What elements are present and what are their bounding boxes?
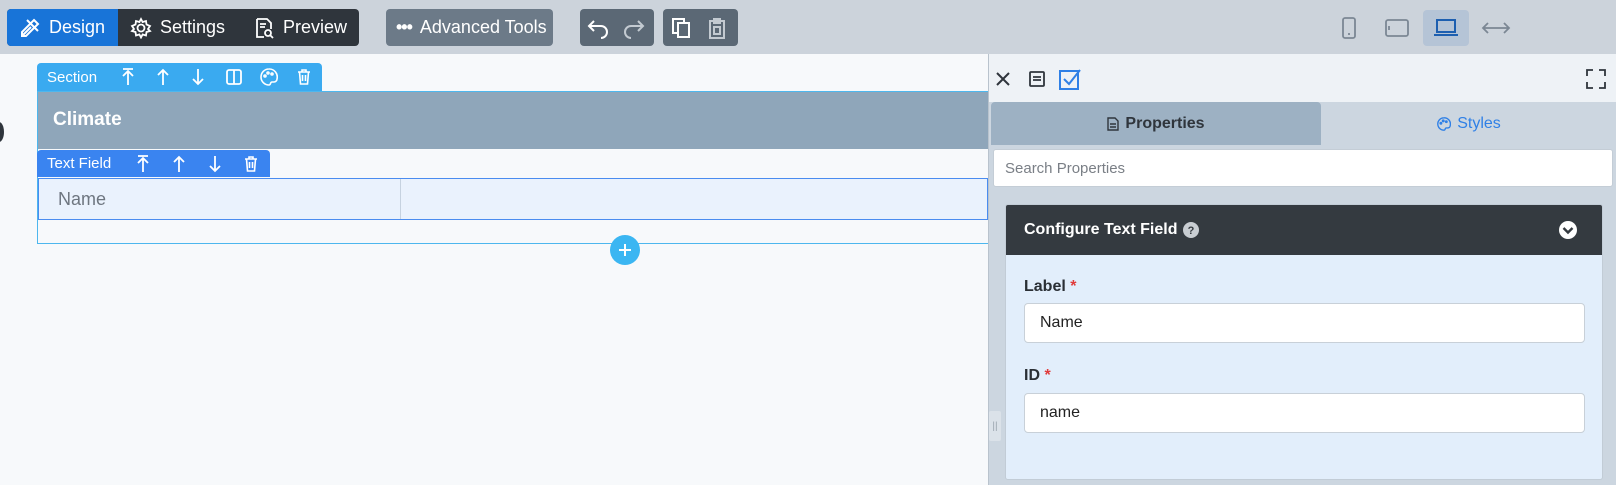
paste-icon — [706, 17, 728, 39]
document-icon — [1107, 116, 1120, 131]
delete-section-button[interactable] — [287, 63, 322, 91]
section-title[interactable]: Climate — [38, 92, 988, 149]
tab-styles[interactable]: Styles — [1321, 102, 1616, 145]
add-element-button[interactable] — [610, 235, 640, 265]
paste-button[interactable] — [699, 9, 735, 46]
arrow-up-icon — [156, 68, 170, 86]
trash-icon — [297, 69, 311, 85]
settings-mode-label: Settings — [160, 17, 226, 37]
tablet-icon — [1384, 18, 1410, 38]
panel-tabs: Properties Styles — [989, 102, 1616, 145]
advanced-tools-button[interactable]: ••• Advanced Tools — [386, 9, 553, 46]
undo-icon — [586, 17, 610, 39]
text-field-toolbar: Text Field — [37, 150, 270, 177]
preview-doc-icon — [253, 17, 275, 39]
palette-icon — [1437, 116, 1452, 131]
section-style-button[interactable] — [251, 63, 286, 91]
close-panel-button[interactable] — [990, 66, 1016, 92]
move-up-level-icon — [121, 68, 135, 86]
full-width-icon — [1481, 19, 1511, 37]
tab-styles-label: Styles — [1457, 114, 1501, 132]
advanced-tools-label: Advanced Tools — [419, 17, 547, 37]
text-field-toolbar-label: Text Field — [47, 155, 112, 172]
canvas-edge-handle[interactable] — [0, 122, 4, 142]
laptop-view-button[interactable] — [1423, 10, 1469, 46]
checkbox-checked-icon — [1058, 67, 1082, 91]
columns-icon — [225, 69, 242, 85]
close-icon — [994, 70, 1012, 88]
properties-panel: Properties Styles Configure Text Field ?… — [988, 54, 1616, 485]
palette-icon — [260, 68, 278, 86]
move-up-button[interactable] — [145, 63, 180, 91]
text-field-row[interactable]: Name — [38, 178, 988, 220]
preview-mode-label: Preview — [283, 17, 348, 37]
top-toolbar: Design Settings Preview ••• Advanced Too… — [0, 0, 1616, 54]
copy-button[interactable] — [663, 9, 699, 46]
clipboard-group — [663, 9, 738, 46]
label-field-label: Label * — [1024, 278, 1077, 295]
configure-header[interactable]: Configure Text Field ? — [1006, 205, 1602, 255]
preview-mode-button[interactable]: Preview — [241, 9, 359, 46]
svg-text:?: ? — [1188, 225, 1195, 237]
phone-view-button[interactable] — [1326, 10, 1372, 46]
panel-layout-button[interactable] — [1024, 66, 1050, 92]
text-field-label: Name — [39, 179, 401, 219]
tab-properties[interactable]: Properties — [991, 102, 1321, 145]
field-move-down-button[interactable] — [197, 150, 233, 178]
required-marker: * — [1070, 278, 1077, 295]
move-to-parent-button[interactable] — [110, 63, 145, 91]
arrow-down-icon — [191, 68, 205, 86]
design-tools-icon — [19, 17, 41, 39]
copy-icon — [670, 17, 692, 39]
field-move-up-button[interactable] — [161, 150, 197, 178]
configure-text-field-card: Configure Text Field ? Label * ID * — [1005, 204, 1603, 480]
move-down-button[interactable] — [181, 63, 216, 91]
redo-icon — [622, 17, 646, 39]
design-mode-button[interactable]: Design — [7, 9, 118, 46]
plus-icon — [617, 242, 633, 258]
field-move-to-parent-button[interactable] — [125, 150, 161, 178]
tab-properties-label: Properties — [1125, 114, 1205, 132]
move-up-level-icon — [136, 154, 150, 173]
validate-button[interactable] — [1057, 66, 1083, 92]
full-width-view-button[interactable] — [1473, 10, 1519, 46]
chevron-down-icon[interactable] — [1558, 220, 1578, 240]
ellipsis-icon: ••• — [396, 17, 413, 37]
section-toolbar: Section — [37, 63, 322, 91]
section-toolbar-label: Section — [47, 68, 98, 86]
mode-switcher: Design Settings Preview — [7, 9, 359, 46]
trash-icon — [244, 155, 258, 172]
arrow-down-icon — [208, 155, 222, 173]
id-input[interactable] — [1024, 393, 1585, 433]
phone-icon — [1341, 16, 1357, 40]
undo-button[interactable] — [580, 9, 616, 46]
settings-mode-button[interactable]: Settings — [118, 9, 241, 46]
laptop-icon — [1432, 18, 1460, 38]
panel-layout-icon — [1028, 70, 1046, 88]
expand-icon — [1586, 69, 1606, 89]
configure-title: Configure Text Field — [1024, 221, 1178, 238]
panel-header — [989, 54, 1616, 102]
delete-field-button[interactable] — [233, 150, 269, 178]
required-marker: * — [1044, 367, 1051, 384]
label-input[interactable] — [1024, 303, 1585, 343]
design-canvas: Section Climate Text Field Name — [0, 54, 989, 485]
id-field-label: ID * — [1024, 367, 1051, 384]
history-group — [580, 9, 654, 46]
help-icon[interactable]: ? — [1183, 222, 1200, 238]
columns-button[interactable] — [216, 63, 251, 91]
redo-button[interactable] — [616, 9, 652, 46]
panel-resize-handle[interactable]: || — [989, 411, 1001, 441]
tablet-view-button[interactable] — [1374, 10, 1420, 46]
arrow-up-icon — [172, 155, 186, 173]
search-properties-input[interactable] — [993, 149, 1613, 187]
design-mode-label: Design — [49, 17, 106, 37]
gear-icon — [130, 16, 152, 39]
expand-panel-button[interactable] — [1583, 66, 1609, 92]
